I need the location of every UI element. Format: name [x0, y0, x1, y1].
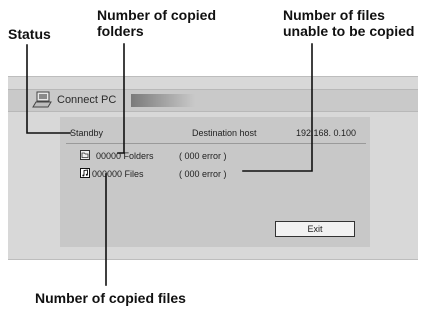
callout-copied-folders: Number of copied folders: [97, 7, 216, 39]
pc-connect-icon: [32, 91, 52, 108]
title-gradient-bar: [131, 94, 195, 107]
copied-folders-count: 00000 Folders: [96, 151, 154, 161]
status-text: Standby: [70, 128, 104, 138]
destination-host-ip: 192.168. 0.100: [296, 128, 357, 138]
title-bar: Connect PC: [8, 89, 418, 112]
folders-error-count: ( 000 error ): [179, 151, 227, 161]
callout-unable-line2: unable to be copied: [283, 23, 415, 39]
transfer-panel: Standby Destination host 192.168. 0.100 …: [60, 117, 370, 247]
destination-host-label: Destination host: [192, 128, 257, 138]
folder-icon: [80, 150, 90, 160]
connect-pc-screen: Connect PC Standby Destination host 192.…: [8, 76, 418, 260]
music-file-icon: [80, 168, 90, 178]
window-title: Connect PC: [57, 94, 117, 106]
divider: [66, 143, 366, 144]
callout-copied-files: Number of copied files: [35, 290, 186, 306]
callout-unable-to-copy: Number of files unable to be copied: [283, 7, 414, 39]
callout-status: Status: [8, 26, 51, 42]
files-error-count: ( 000 error ): [179, 169, 227, 179]
copied-files-count: 000000 Files: [92, 169, 144, 179]
callout-unable-line1: Number of files: [283, 7, 385, 23]
callout-copied-folders-line1: Number of copied: [97, 7, 217, 23]
exit-button[interactable]: Exit: [275, 221, 355, 237]
callout-copied-folders-line2: folders: [97, 23, 144, 39]
